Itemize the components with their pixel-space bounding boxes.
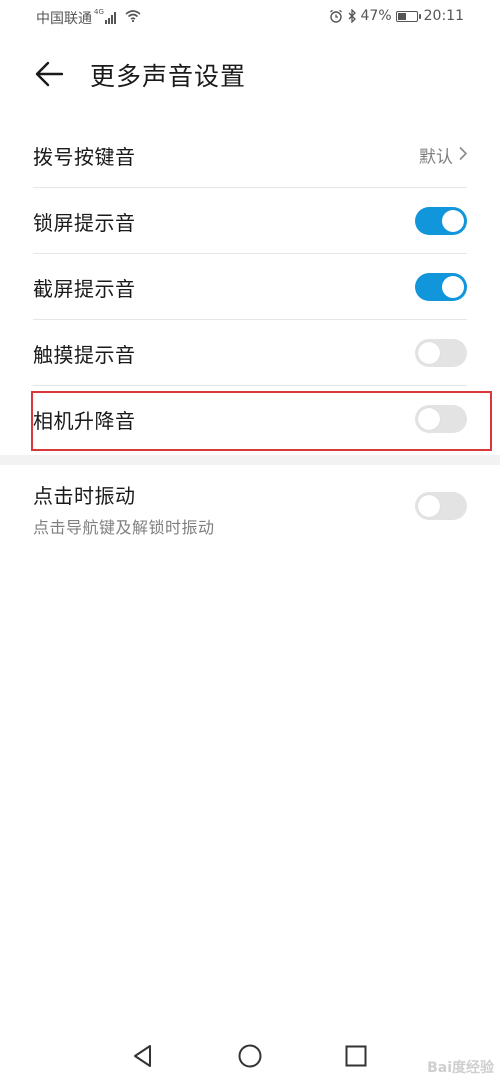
wifi-icon: [125, 10, 141, 26]
vibrate-on-tap-description: 点击导航键及解锁时振动: [33, 518, 215, 537]
switch-knob: [442, 276, 464, 298]
touch-sound-row: 触摸提示音: [33, 320, 467, 386]
battery-level-fill: [397, 12, 406, 20]
dial-tone-value-group: 默认: [419, 143, 468, 168]
lock-sound-row: 锁屏提示音: [33, 188, 467, 254]
touch-sound-switch[interactable]: [415, 339, 467, 367]
header: 更多声音设置: [0, 50, 500, 98]
touch-sound-switch-wrap: [415, 339, 467, 367]
bluetooth-icon: [347, 9, 357, 23]
clock: 20:11: [423, 8, 464, 24]
dial-tone-label: 拨号按键音: [33, 144, 136, 169]
nav-back-icon[interactable]: [129, 1042, 157, 1070]
alarm-icon: [329, 9, 343, 23]
touch-sound-label: 触摸提示音: [33, 342, 136, 367]
lock-sound-switch-wrap: [415, 207, 467, 235]
status-left: 中国联通 4G: [36, 8, 141, 28]
status-bar: 中国联通 4G 47% 20:11: [0, 0, 500, 36]
dial-tone-value: 默认: [419, 147, 453, 168]
watermark-logo: Bai度经验: [427, 1060, 494, 1076]
screenshot-sound-label: 截屏提示音: [33, 276, 136, 301]
network-type: 4G: [94, 8, 104, 16]
section-gap: [0, 455, 500, 465]
settings-list: 拨号按键音 默认 锁屏提示音 截屏提示音 触摸提示音 相机升降音: [0, 122, 500, 452]
signal-icon: [104, 12, 117, 24]
switch-knob: [442, 210, 464, 232]
lock-sound-label: 锁屏提示音: [33, 210, 136, 235]
camera-lift-sound-switch[interactable]: [415, 405, 467, 433]
camera-lift-sound-label: 相机升降音: [33, 408, 136, 433]
nav-recent-icon[interactable]: [342, 1042, 370, 1070]
nav-home-icon[interactable]: [236, 1042, 264, 1070]
carrier-name: 中国联通: [36, 11, 92, 27]
lock-sound-switch[interactable]: [415, 207, 467, 235]
switch-knob: [418, 408, 440, 430]
switch-knob: [418, 495, 440, 517]
screenshot-sound-row: 截屏提示音: [33, 254, 467, 320]
switch-knob: [418, 342, 440, 364]
back-arrow-icon[interactable]: [34, 60, 64, 88]
status-right: 47% 20:11: [329, 8, 464, 24]
vibrate-on-tap-label: 点击时振动: [33, 484, 136, 508]
battery-percent: 47%: [360, 8, 392, 24]
dial-tone-row[interactable]: 拨号按键音 默认: [33, 122, 468, 188]
battery-icon: [395, 10, 421, 22]
camera-lift-sound-switch-wrap: [415, 405, 467, 433]
screenshot-sound-switch-wrap: [415, 273, 467, 301]
vibrate-on-tap-row: 点击时振动 点击导航键及解锁时振动: [33, 468, 467, 548]
vibrate-on-tap-switch[interactable]: [415, 492, 467, 520]
page-title: 更多声音设置: [90, 62, 247, 91]
system-nav-bar: [0, 1030, 500, 1083]
camera-lift-sound-row: 相机升降音: [33, 386, 467, 452]
chevron-right-icon: [459, 146, 468, 165]
screenshot-sound-switch[interactable]: [415, 273, 467, 301]
